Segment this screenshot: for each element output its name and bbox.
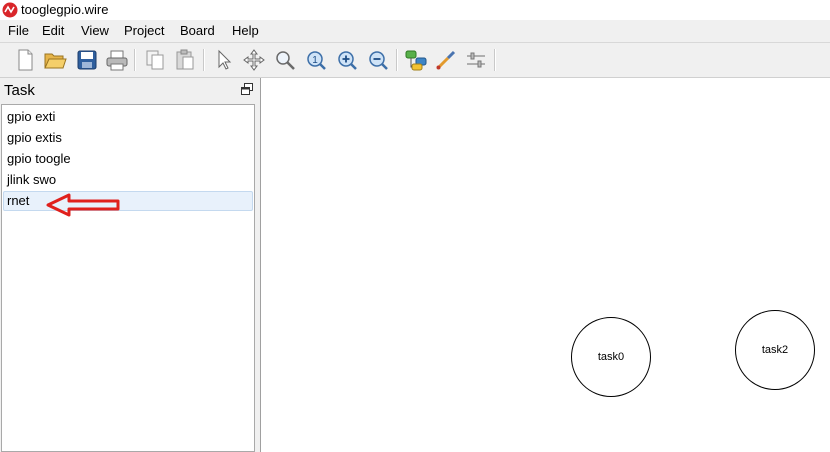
- menu-board[interactable]: Board: [180, 23, 215, 38]
- settings-button[interactable]: [463, 47, 489, 73]
- copy-icon: [146, 50, 164, 70]
- task-panel: Task gpio exti gpio extis gpio toogle jl…: [0, 78, 257, 452]
- task-list-item[interactable]: jlink swo: [3, 170, 253, 190]
- open-button[interactable]: [42, 47, 68, 73]
- add-component-button[interactable]: [403, 47, 429, 73]
- wire-tool-button[interactable]: [433, 47, 459, 73]
- zoom-in-icon: [338, 51, 357, 70]
- paste-icon: [176, 49, 194, 70]
- zoom-in-button[interactable]: [334, 47, 360, 73]
- annotation-arrow-icon: [46, 193, 120, 217]
- save-icon: [77, 50, 97, 70]
- zoom-reset-icon: 1: [307, 51, 326, 70]
- find-button[interactable]: [272, 47, 298, 73]
- open-folder-icon: [44, 53, 67, 69]
- menu-edit[interactable]: Edit: [42, 23, 64, 38]
- search-icon: [276, 51, 295, 70]
- task-list-item[interactable]: gpio toogle: [3, 149, 253, 169]
- task-panel-header: Task: [0, 78, 257, 102]
- menu-help[interactable]: Help: [232, 23, 259, 38]
- window-title: tooglegpio.wire: [21, 2, 109, 17]
- float-panel-icon[interactable]: [241, 83, 253, 95]
- settings-sliders-icon: [467, 52, 485, 68]
- save-button[interactable]: [74, 47, 100, 73]
- app-logo-icon: [2, 2, 18, 18]
- svg-text:1: 1: [312, 55, 318, 66]
- select-pointer-icon: [218, 49, 232, 70]
- menu-file[interactable]: File: [8, 23, 29, 38]
- diagram-canvas[interactable]: task0 task2: [260, 78, 830, 452]
- print-button[interactable]: [104, 47, 130, 73]
- menu-view[interactable]: View: [81, 23, 109, 38]
- move-button[interactable]: [241, 47, 267, 73]
- zoom-reset-button[interactable]: 1: [303, 47, 329, 73]
- paste-button[interactable]: [172, 47, 198, 73]
- task-list-item-selected[interactable]: rnet: [3, 191, 253, 211]
- toolbar-separator: [494, 49, 496, 71]
- select-button[interactable]: [210, 47, 236, 73]
- print-icon: [106, 50, 128, 71]
- wire-tool-icon: [436, 50, 456, 70]
- add-component-icon: [405, 50, 427, 71]
- task-list[interactable]: gpio exti gpio extis gpio toogle jlink s…: [1, 104, 255, 452]
- task-node[interactable]: task0: [571, 317, 651, 397]
- task-node[interactable]: task2: [735, 310, 815, 390]
- toolbar-separator: [203, 49, 205, 71]
- new-file-icon: [18, 49, 33, 71]
- task-panel-title: Task: [4, 82, 35, 99]
- copy-button[interactable]: [142, 47, 168, 73]
- toolbar-separator: [134, 49, 136, 71]
- toolbar-separator: [396, 49, 398, 71]
- move-icon: [243, 49, 265, 71]
- menu-project[interactable]: Project: [124, 23, 164, 38]
- task-list-item[interactable]: gpio exti: [3, 107, 253, 127]
- task-list-item[interactable]: gpio extis: [3, 128, 253, 148]
- toolbar: 1: [0, 42, 830, 78]
- zoom-out-icon: [369, 51, 388, 70]
- zoom-out-button[interactable]: [365, 47, 391, 73]
- new-file-button[interactable]: [12, 47, 38, 73]
- title-bar: tooglegpio.wire: [0, 0, 830, 20]
- menu-bar: File Edit View Project Board Help: [0, 20, 830, 41]
